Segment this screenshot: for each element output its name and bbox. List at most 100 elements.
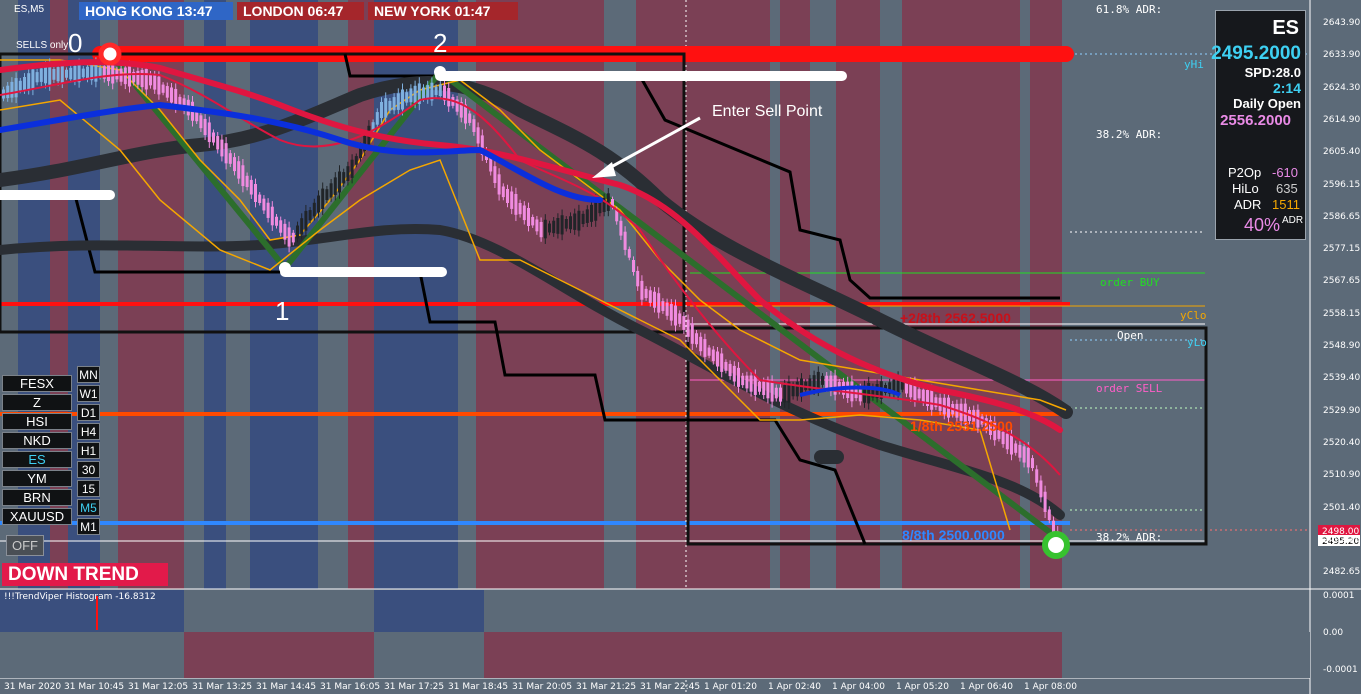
time-axis-label: 1 Apr 02:40 — [768, 682, 821, 692]
timeframe-button-15[interactable]: 15 — [77, 480, 100, 497]
symbol-button-es[interactable]: ES — [2, 451, 72, 468]
current-price-marker — [1042, 531, 1070, 559]
time-axis-label: 31 Mar 2020 — [4, 682, 62, 692]
panel-adr-label: ADR — [1234, 197, 1262, 212]
clock-new-york: NEW YORK 01:47 — [368, 2, 518, 20]
time-axis-label: 1 Apr 01:20 — [704, 682, 757, 692]
wave-label-1: 1 — [275, 296, 290, 326]
symbol-button-brn[interactable]: BRN — [2, 489, 72, 506]
timeframe-button-m1[interactable]: M1 — [77, 518, 100, 535]
timeframe-button-30[interactable]: 30 — [77, 461, 100, 478]
panel-daily-open: 2556.2000 — [1220, 112, 1291, 129]
wave-label-2: 2 — [433, 28, 448, 58]
price-axis-label: 2529.90 — [1323, 405, 1361, 416]
price-axis-label: 2624.30 — [1323, 82, 1361, 93]
swing-point-1 — [279, 262, 291, 274]
price-axis-label: 2539.40 — [1323, 373, 1361, 384]
price-axis-label: 2567.65 — [1323, 276, 1361, 287]
mode-label: SELLS only — [16, 40, 69, 51]
price-axis-label: 2596.15 — [1323, 179, 1361, 190]
wave-label-0: 0 — [68, 28, 83, 58]
trend-label: DOWN TREND — [2, 563, 168, 586]
symbol-button-nkd[interactable]: NKD — [2, 432, 72, 449]
panel-pct-suffix: ADR — [1282, 215, 1304, 226]
time-axis-label: 31 Mar 10:45 — [64, 682, 125, 692]
price-axis-label: 2586.65 — [1323, 211, 1361, 222]
open-label: Open — [1117, 329, 1144, 342]
time-axis-label: 31 Mar 16:05 — [320, 682, 381, 692]
histogram-axis-label: -0.0001 — [1323, 665, 1358, 675]
price-axis-label: 2510.90 — [1323, 470, 1361, 481]
small-dark-band — [814, 450, 844, 464]
price-axis-label: 2614.90 — [1323, 114, 1361, 125]
price-axis-label: 2577.15 — [1323, 244, 1361, 255]
symbol-button-xauusd[interactable]: XAUUSD — [2, 508, 72, 525]
adr-382-top: 38.2% ADR: — [1096, 128, 1163, 141]
panel-adr: 1511 — [1272, 197, 1300, 212]
panel-spread: SPD:28.0 — [1244, 65, 1301, 80]
time-axis-label: 31 Mar 17:25 — [384, 682, 445, 692]
panel-symbol: ES — [1272, 17, 1299, 39]
price-axis-label: 2558.15 — [1323, 308, 1361, 319]
price-axis-label: 2643.90 — [1323, 18, 1361, 28]
price-axis-label: 2548.90 — [1323, 341, 1361, 351]
time-axis-label: 31 Mar 18:45 — [448, 682, 509, 692]
price-axis-label: 2633.90 — [1323, 50, 1361, 61]
time-axis-label: 31 Mar 21:25 — [576, 682, 637, 692]
histogram-axis-label: 0.00 — [1323, 628, 1344, 638]
price-axis-label: 2501.40 — [1323, 502, 1361, 513]
murrey-mid-label: 1/8th 2531.2500 — [910, 418, 1013, 434]
time-axis-label: 1 Apr 06:40 — [960, 682, 1013, 692]
murrey-top-label: +2/8th 2562.5000 — [900, 310, 1011, 326]
order-buy-label: order BUY — [1100, 276, 1160, 289]
time-axis-label: 31 Mar 12:05 — [128, 682, 189, 692]
adr-618-top: 61.8% ADR: — [1096, 3, 1163, 16]
ylo-label: yLo — [1187, 336, 1207, 349]
panel-p2op-label: P2Op — [1228, 165, 1262, 180]
panel-hilo-label: HiLo — [1232, 181, 1259, 196]
time-axis-label: 31 Mar 14:45 — [256, 682, 317, 692]
info-panel: ES 2495.2000 SPD:28.0 2:14 Daily Open 25… — [1211, 10, 1306, 240]
adr-382-bottom: 38.2% ADR: — [1096, 531, 1163, 544]
symbol-button-fesx[interactable]: FESX — [2, 375, 72, 392]
time-axis-label: 31 Mar 20:05 — [512, 682, 573, 692]
price-chart[interactable]: 2498.00 2495.20 — [0, 0, 1361, 694]
timeframe-button-w1[interactable]: W1 — [77, 385, 100, 402]
price-axis-label: 2520.40 — [1323, 437, 1361, 448]
enter-sell-label: Enter Sell Point — [712, 103, 823, 120]
time-axis-label: 1 Apr 05:20 — [896, 682, 949, 692]
price-axis-label: 2492.15 — [1323, 534, 1361, 545]
symbol-button-ym[interactable]: YM — [2, 470, 72, 487]
panel-p2op: -610 — [1272, 165, 1299, 180]
clock-london: LONDON 06:47 — [237, 2, 364, 20]
panel-pct: 40% — [1244, 215, 1281, 235]
time-axis-label: 31 Mar 22:45 — [640, 682, 701, 692]
symbol-timeframe: ES,M5 — [14, 4, 45, 15]
histogram-axis-label: 0.0001 — [1323, 591, 1355, 601]
price-axis-label: 2482.65 — [1323, 567, 1361, 578]
yhi-label: yHi — [1184, 58, 1204, 71]
time-axis-label: 31 Mar 13:25 — [192, 682, 253, 692]
off-button[interactable]: OFF — [6, 535, 44, 556]
timeframe-button-m5[interactable]: M5 — [77, 499, 100, 516]
histogram-title: !!!TrendViper Histogram -16.8312 — [4, 592, 156, 602]
price-axis-label: 2605.40 — [1323, 147, 1361, 158]
symbol-button-hsi[interactable]: HSI — [2, 413, 72, 430]
time-axis-label: 1 Apr 08:00 — [1024, 682, 1077, 692]
ycl-label: yClo — [1180, 309, 1207, 322]
panel-hilo: 635 — [1276, 181, 1298, 196]
panel-timer: 2:14 — [1272, 80, 1301, 96]
panel-daily-open-label: Daily Open — [1233, 96, 1301, 111]
swing-point-2 — [434, 66, 446, 78]
murrey-low-label: 8/8th 2500.0000 — [902, 527, 1005, 543]
symbol-button-z[interactable]: Z — [2, 394, 72, 411]
timeframe-button-h4[interactable]: H4 — [77, 423, 100, 440]
time-axis-label: 1 Apr 04:00 — [832, 682, 885, 692]
timeframe-button-mn[interactable]: MN — [77, 366, 100, 383]
timeframe-button-d1[interactable]: D1 — [77, 404, 100, 421]
clock-hong-kong: HONG KONG 13:47 — [79, 2, 233, 20]
swing-point-0 — [98, 42, 122, 66]
order-sell-label: order SELL — [1096, 382, 1163, 395]
timeframe-button-h1[interactable]: H1 — [77, 442, 100, 459]
histogram-bands — [0, 590, 1310, 678]
